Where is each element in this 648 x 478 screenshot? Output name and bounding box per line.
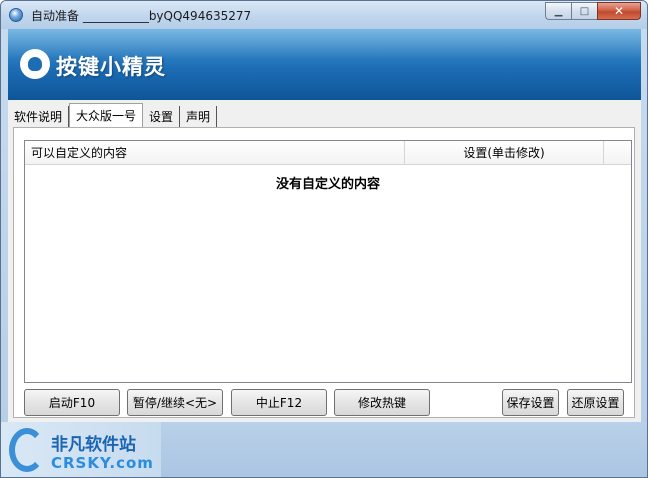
client-area: 软件说明 大众版一号 设置 声明 可以自定义的内容 设置(单击修改) 没有自定义… xyxy=(8,100,641,422)
watermark-logo-icon xyxy=(9,428,45,472)
start-button[interactable]: 启动F10 xyxy=(24,389,120,416)
maximize-icon: □ xyxy=(579,5,590,17)
tab-software-info[interactable]: 软件说明 xyxy=(8,106,70,128)
window-title: 自动准备 ___________byQQ494635277 xyxy=(31,9,252,23)
tab-statement[interactable]: 声明 xyxy=(180,106,218,128)
window-bottom-frame xyxy=(161,422,647,477)
column-header-content[interactable]: 可以自定义的内容 xyxy=(25,141,405,165)
save-settings-button[interactable]: 保存设置 xyxy=(502,389,559,416)
logo-icon xyxy=(20,49,50,79)
column-header-setting[interactable]: 设置(单击修改) xyxy=(405,141,604,165)
tab-strip: 软件说明 大众版一号 设置 声明 xyxy=(8,103,218,129)
header-banner: 按键小精灵 xyxy=(8,29,641,100)
app-window: 自动准备 ___________byQQ494635277 ▁ □ ✕ 按键小精… xyxy=(0,0,648,478)
restore-settings-button[interactable]: 还原设置 xyxy=(567,389,624,416)
title-bar[interactable]: 自动准备 ___________byQQ494635277 ▁ □ ✕ xyxy=(1,1,647,29)
site-watermark: 非凡软件站 CRSKY.com xyxy=(1,422,161,477)
list-header: 可以自定义的内容 设置(单击修改) xyxy=(25,141,631,165)
pause-resume-button[interactable]: 暂停/继续<无> xyxy=(127,389,223,416)
maximize-button[interactable]: □ xyxy=(571,2,597,20)
watermark-title: 非凡软件站 xyxy=(51,435,136,455)
logo-text: 按键小精灵 xyxy=(56,55,166,79)
stop-button[interactable]: 中止F12 xyxy=(231,389,327,416)
close-button[interactable]: ✕ xyxy=(597,2,641,20)
app-icon[interactable] xyxy=(9,8,23,22)
empty-list-message: 没有自定义的内容 xyxy=(275,177,380,192)
custom-content-list[interactable]: 可以自定义的内容 设置(单击修改) 没有自定义的内容 xyxy=(24,140,632,383)
watermark-subtitle: CRSKY.com xyxy=(51,454,154,472)
close-icon: ✕ xyxy=(613,4,625,18)
minimize-icon: ▁ xyxy=(554,5,563,17)
tab-public-edition-one[interactable]: 大众版一号 xyxy=(69,103,144,129)
minimize-button[interactable]: ▁ xyxy=(545,2,571,20)
change-hotkey-button[interactable]: 修改热键 xyxy=(334,389,430,416)
tab-settings[interactable]: 设置 xyxy=(143,106,181,128)
tab-panel: 可以自定义的内容 设置(单击修改) 没有自定义的内容 启动F10 暂停/继续<无… xyxy=(13,127,635,418)
window-controls: ▁ □ ✕ xyxy=(545,2,641,20)
